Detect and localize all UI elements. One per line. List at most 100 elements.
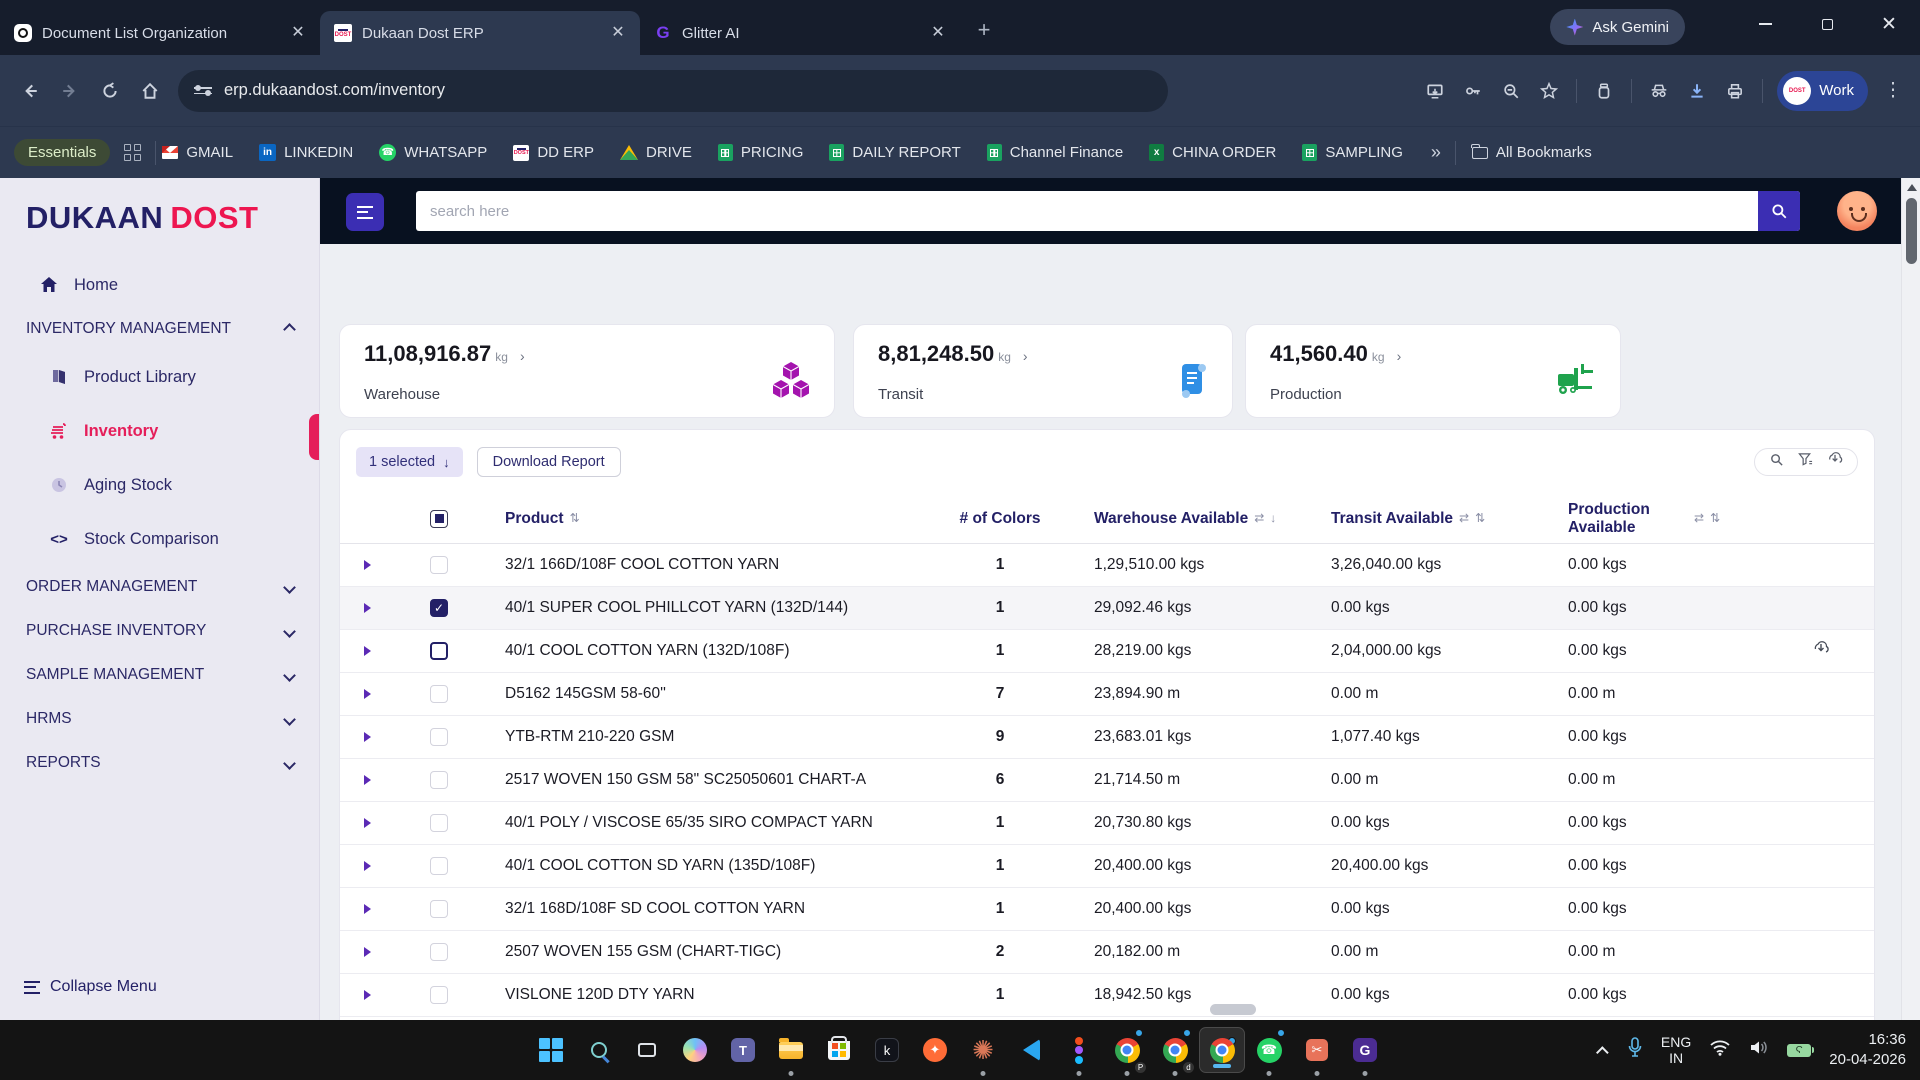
tab-document-list[interactable]: Document List Organization ✕ (0, 11, 320, 55)
address-bar[interactable]: erp.dukaandost.com/inventory (178, 70, 1168, 112)
downloads-icon[interactable] (1680, 74, 1714, 108)
snipping-tool-icon[interactable]: ✂ (1293, 1020, 1341, 1080)
chrome-profile-p-icon[interactable]: P (1103, 1020, 1151, 1080)
wifi-icon[interactable] (1709, 1039, 1731, 1061)
row-checkbox[interactable] (430, 943, 448, 961)
table-download-icon[interactable] (1827, 452, 1843, 472)
chrome-active-icon[interactable] (1199, 1027, 1245, 1073)
bookmark-drive[interactable]: DRIVE (620, 144, 692, 161)
select-all-checkbox[interactable] (430, 510, 448, 528)
expand-row-icon[interactable] (364, 818, 371, 828)
tab-close-icon[interactable]: ✕ (928, 23, 948, 43)
col-colors[interactable]: # of Colors (960, 510, 1041, 528)
sidebar-section-reports[interactable]: REPORTS (0, 754, 320, 772)
volume-icon[interactable] (1749, 1039, 1769, 1061)
collapse-menu-button[interactable]: Collapse Menu (24, 978, 157, 996)
bookmarks-overflow-icon[interactable]: » (1431, 142, 1441, 163)
chrome-profile-d-icon[interactable]: d (1151, 1020, 1199, 1080)
col-warehouse[interactable]: Warehouse Available (1094, 510, 1248, 528)
tab-glitter-ai[interactable]: G Glitter AI ✕ (640, 11, 960, 55)
site-info-icon[interactable] (194, 87, 212, 95)
bookmark-whatsapp[interactable]: ☎WHATSAPP (379, 144, 487, 161)
extension-jar-icon[interactable] (1587, 74, 1621, 108)
reload-icon[interactable] (90, 71, 130, 111)
language-indicator[interactable]: ENGIN (1661, 1034, 1691, 1066)
col-production[interactable]: Production Available (1568, 501, 1688, 537)
expand-row-icon[interactable] (364, 775, 371, 785)
home-icon[interactable] (130, 71, 170, 111)
swap-sort-icon[interactable]: ⇄ (1694, 512, 1704, 526)
production-summary-card[interactable]: 41,560.40kg› Production (1245, 324, 1621, 418)
url-text[interactable]: erp.dukaandost.com/inventory (224, 81, 445, 100)
app-menu-button[interactable] (346, 193, 384, 231)
vertical-scrollbar[interactable] (1901, 178, 1920, 1020)
table-row[interactable]: 2507 WOVEN 155 GSM (CHART-TIGC) 2 20,182… (340, 931, 1875, 974)
table-row[interactable]: D5162 145GSM 58-60'' 7 23,894.90 m 0.00 … (340, 673, 1875, 716)
browser-menu-icon[interactable]: ⋮ (1876, 74, 1910, 108)
sidebar-section-order-management[interactable]: ORDER MANAGEMENT (0, 578, 320, 596)
expand-row-icon[interactable] (364, 560, 371, 570)
table-row[interactable]: 40/1 COOL COTTON SD YARN (135D/108F) 1 2… (340, 845, 1875, 888)
whatsapp-taskbar-icon[interactable]: ☎ (1245, 1020, 1293, 1080)
vscode-icon[interactable] (1007, 1020, 1055, 1080)
glitter-app-icon[interactable]: G (1341, 1020, 1389, 1080)
sidebar-section-sample-management[interactable]: SAMPLE MANAGEMENT (0, 666, 320, 684)
print-icon[interactable] (1718, 74, 1752, 108)
sidebar-item-aging-stock[interactable]: Aging Stock (0, 474, 320, 496)
row-checkbox[interactable] (430, 857, 448, 875)
sidebar-item-home[interactable]: Home (0, 274, 320, 296)
sidebar-section-hrms[interactable]: HRMS (0, 710, 320, 728)
chevron-right-icon[interactable]: › (1023, 348, 1028, 364)
table-filter-icon[interactable] (1798, 452, 1813, 472)
teams-icon[interactable]: T (719, 1020, 767, 1080)
tab-dukaan-dost-erp[interactable]: DOST Dukaan Dost ERP ✕ (320, 11, 640, 55)
copilot-icon[interactable] (671, 1020, 719, 1080)
horizontal-scrollbar-thumb[interactable] (1210, 1004, 1256, 1015)
tab-close-icon[interactable]: ✕ (608, 23, 628, 43)
table-row[interactable]: 40/1 POLY / VISCOSE 65/35 SIRO COMPACT Y… (340, 802, 1875, 845)
sort-icon[interactable]: ⇅ (570, 512, 580, 526)
sort-icon[interactable]: ⇅ (1710, 512, 1720, 526)
warehouse-summary-card[interactable]: 11,08,916.87kg› Warehouse (339, 324, 835, 418)
figma-icon[interactable] (1055, 1020, 1103, 1080)
ask-gemini-button[interactable]: Ask Gemini (1550, 9, 1685, 45)
task-view-icon[interactable] (623, 1020, 671, 1080)
dukaan-dost-logo[interactable]: DUKAANDOST (26, 200, 258, 236)
all-bookmarks[interactable]: All Bookmarks (1472, 144, 1592, 161)
bookmark-china-order[interactable]: xCHINA ORDER (1149, 144, 1276, 161)
tab-close-icon[interactable]: ✕ (288, 23, 308, 43)
restore-button[interactable] (1796, 0, 1858, 48)
col-transit[interactable]: Transit Available (1331, 510, 1453, 528)
apps-grid-icon[interactable] (124, 144, 141, 161)
transit-summary-card[interactable]: 8,81,248.50kg› Transit (853, 324, 1233, 418)
expand-row-icon[interactable] (364, 947, 371, 957)
sidebar-section-inventory-management[interactable]: INVENTORY MANAGEMENT (0, 320, 320, 338)
new-tab-button[interactable]: + (970, 17, 998, 45)
scrollbar-thumb[interactable] (1906, 198, 1917, 264)
row-checkbox[interactable] (430, 814, 448, 832)
table-row[interactable]: VISLONE 120D DTY YARN 1 18,942.50 kgs 0.… (340, 974, 1875, 1017)
chevron-right-icon[interactable]: › (1397, 348, 1402, 364)
bookmark-daily-report[interactable]: DAILY REPORT (829, 144, 960, 161)
table-row[interactable]: 2517 WOVEN 150 GSM 58" SC25050601 CHART-… (340, 759, 1875, 802)
table-row[interactable]: 32/1 166D/108F COOL COTTON YARN 1 1,29,5… (340, 544, 1875, 587)
sidebar-item-product-library[interactable]: Product Library (0, 366, 320, 388)
bookmark-star-icon[interactable] (1532, 74, 1566, 108)
user-avatar[interactable] (1837, 191, 1877, 231)
postman-icon[interactable]: ✦ (911, 1020, 959, 1080)
sidebar-section-purchase-inventory[interactable]: PURCHASE INVENTORY (0, 622, 320, 640)
zoom-out-icon[interactable] (1494, 74, 1528, 108)
minimize-button[interactable] (1734, 0, 1796, 48)
search-input[interactable]: search here (416, 203, 1758, 220)
sort-icon[interactable]: ⇅ (1475, 512, 1485, 526)
swap-sort-icon[interactable]: ⇄ (1459, 512, 1469, 526)
row-checkbox[interactable] (430, 556, 448, 574)
swap-sort-icon[interactable]: ⇄ (1254, 512, 1264, 526)
bookmark-gmail[interactable]: GMAIL (162, 144, 233, 161)
col-product[interactable]: Product (505, 510, 564, 528)
terminal-app-icon[interactable]: k (863, 1020, 911, 1080)
row-checkbox[interactable] (430, 599, 448, 617)
download-report-button[interactable]: Download Report (477, 447, 621, 477)
row-checkbox[interactable] (430, 771, 448, 789)
microphone-icon[interactable] (1627, 1037, 1643, 1064)
